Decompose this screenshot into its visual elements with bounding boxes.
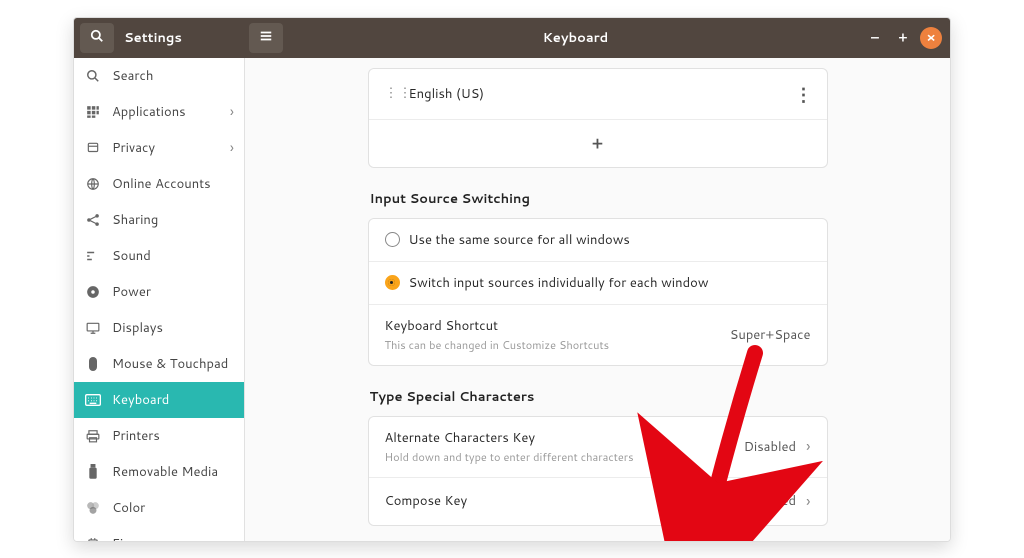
minimize-button[interactable]: – bbox=[864, 27, 886, 49]
close-icon: × bbox=[926, 29, 935, 47]
sidebar-item-applications[interactable]: Applications › bbox=[74, 94, 244, 130]
input-source-name: English (US) bbox=[409, 85, 795, 103]
radio-individual-source[interactable]: Switch input sources individually for ea… bbox=[369, 262, 827, 305]
close-button[interactable]: × bbox=[920, 27, 942, 49]
share-icon bbox=[84, 211, 102, 229]
radio-label: Switch input sources individually for ea… bbox=[409, 274, 811, 292]
sound-icon bbox=[84, 247, 102, 265]
sidebar-item-label: Sound bbox=[112, 247, 151, 265]
maximize-button[interactable]: + bbox=[892, 27, 914, 49]
sidebar-item-printers[interactable]: Printers bbox=[74, 418, 244, 454]
add-input-source-button[interactable]: + bbox=[369, 120, 827, 167]
color-icon bbox=[84, 499, 102, 517]
shortcut-subtitle: This can be changed in Customize Shortcu… bbox=[385, 337, 720, 353]
sidebar-item-label: Printers bbox=[112, 427, 160, 445]
sidebar-item-label: Displays bbox=[112, 319, 163, 337]
drag-handle-icon[interactable]: ⋮⋮ bbox=[385, 91, 409, 96]
window-body: Search Applications › Privacy › Online A… bbox=[74, 58, 950, 541]
sidebar-item-displays[interactable]: Displays bbox=[74, 310, 244, 346]
search-button[interactable] bbox=[80, 23, 114, 53]
alt-chars-title: Alternate Characters Key bbox=[385, 429, 734, 447]
alt-chars-value: Disabled bbox=[744, 438, 796, 456]
globe-icon bbox=[84, 175, 102, 193]
titlebar: Settings Keyboard – + × bbox=[74, 18, 950, 58]
sidebar-item-online-accounts[interactable]: Online Accounts bbox=[74, 166, 244, 202]
compose-title: Compose Key bbox=[385, 492, 734, 510]
plus-icon: + bbox=[592, 132, 603, 155]
sidebar-item-label: Privacy bbox=[112, 139, 155, 157]
sidebar-item-color[interactable]: Color bbox=[74, 490, 244, 526]
search-icon bbox=[84, 67, 102, 85]
radio-same-source[interactable]: Use the same source for all windows bbox=[369, 219, 827, 262]
page-title: Keyboard bbox=[287, 29, 864, 47]
display-icon bbox=[84, 319, 102, 337]
grid-icon bbox=[84, 103, 102, 121]
sidebar-item-firmware[interactable]: Firmware bbox=[74, 526, 244, 541]
sidebar-item-label: Removable Media bbox=[112, 463, 218, 481]
sidebar-item-label: Mouse & Touchpad bbox=[112, 355, 228, 373]
usb-icon bbox=[84, 463, 102, 481]
shortcut-info-row: Keyboard Shortcut This can be changed in… bbox=[369, 305, 827, 365]
radio-icon bbox=[385, 275, 400, 290]
sidebar-item-privacy[interactable]: Privacy › bbox=[74, 130, 244, 166]
sidebar-item-label: Applications bbox=[112, 103, 186, 121]
input-sources-list: ⋮⋮ English (US) ⋮ + bbox=[368, 68, 828, 168]
radio-icon bbox=[385, 232, 400, 247]
sidebar: Search Applications › Privacy › Online A… bbox=[74, 58, 245, 541]
sidebar-item-label: Color bbox=[112, 499, 145, 517]
mouse-icon bbox=[84, 355, 102, 373]
sidebar-item-sound[interactable]: Sound bbox=[74, 238, 244, 274]
special-chars-list: Alternate Characters Key Hold down and t… bbox=[368, 416, 828, 526]
hamburger-menu-button[interactable] bbox=[249, 23, 283, 53]
more-menu-button[interactable]: ⋮ bbox=[795, 81, 811, 107]
sidebar-item-label: Search bbox=[112, 67, 153, 85]
main-panel: ⋮⋮ English (US) ⋮ + Input Source Switchi… bbox=[245, 58, 950, 541]
settings-window: Settings Keyboard – + × bbox=[73, 17, 951, 542]
sidebar-item-label: Keyboard bbox=[112, 391, 169, 409]
app-title: Settings bbox=[124, 29, 182, 47]
chevron-right-icon: › bbox=[806, 435, 810, 458]
radio-label: Use the same source for all windows bbox=[409, 231, 811, 249]
power-icon bbox=[84, 283, 102, 301]
sidebar-item-power[interactable]: Power bbox=[74, 274, 244, 310]
sidebar-item-label: Power bbox=[112, 283, 151, 301]
sidebar-item-label: Online Accounts bbox=[112, 175, 211, 193]
sidebar-item-mouse-touchpad[interactable]: Mouse & Touchpad bbox=[74, 346, 244, 382]
sidebar-item-keyboard[interactable]: Keyboard bbox=[74, 382, 244, 418]
compose-value: Disabled bbox=[744, 492, 796, 510]
chip-icon bbox=[84, 535, 102, 541]
printer-icon bbox=[84, 427, 102, 445]
keyboard-icon bbox=[84, 391, 102, 409]
shield-icon bbox=[84, 139, 102, 157]
minimize-icon: – bbox=[871, 29, 879, 47]
maximize-icon: + bbox=[899, 29, 908, 47]
shortcut-value: Super+Space bbox=[730, 326, 811, 344]
switching-list: Use the same source for all windows Swit… bbox=[368, 218, 828, 366]
sidebar-item-removable-media[interactable]: Removable Media bbox=[74, 454, 244, 490]
hamburger-icon bbox=[259, 27, 273, 48]
section-heading-switching: Input Source Switching bbox=[370, 190, 828, 208]
sidebar-item-sharing[interactable]: Sharing bbox=[74, 202, 244, 238]
chevron-right-icon: › bbox=[806, 490, 810, 513]
chevron-right-icon: › bbox=[230, 137, 234, 158]
input-source-row[interactable]: ⋮⋮ English (US) ⋮ bbox=[369, 69, 827, 120]
search-icon bbox=[90, 27, 104, 48]
alternate-characters-row[interactable]: Alternate Characters Key Hold down and t… bbox=[369, 417, 827, 478]
alt-chars-subtitle: Hold down and type to enter different ch… bbox=[385, 449, 734, 465]
shortcut-title: Keyboard Shortcut bbox=[385, 317, 720, 335]
sidebar-item-label: Sharing bbox=[112, 211, 158, 229]
compose-key-row[interactable]: Compose Key Disabled › bbox=[369, 478, 827, 525]
chevron-right-icon: › bbox=[230, 101, 234, 122]
section-heading-special: Type Special Characters bbox=[370, 388, 828, 406]
sidebar-item-search[interactable]: Search bbox=[74, 58, 244, 94]
sidebar-item-label: Firmware bbox=[112, 535, 169, 541]
